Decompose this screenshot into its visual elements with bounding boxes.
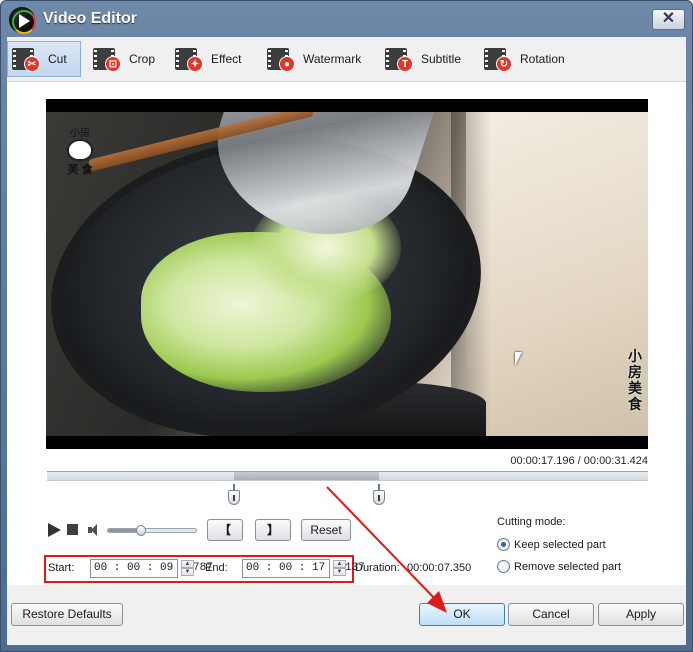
video-editor-window: Video Editor ✕ ✂ Cut ⊡ Crop ✦ Effect ● W… — [0, 0, 693, 652]
annotation-arrow — [326, 486, 447, 613]
